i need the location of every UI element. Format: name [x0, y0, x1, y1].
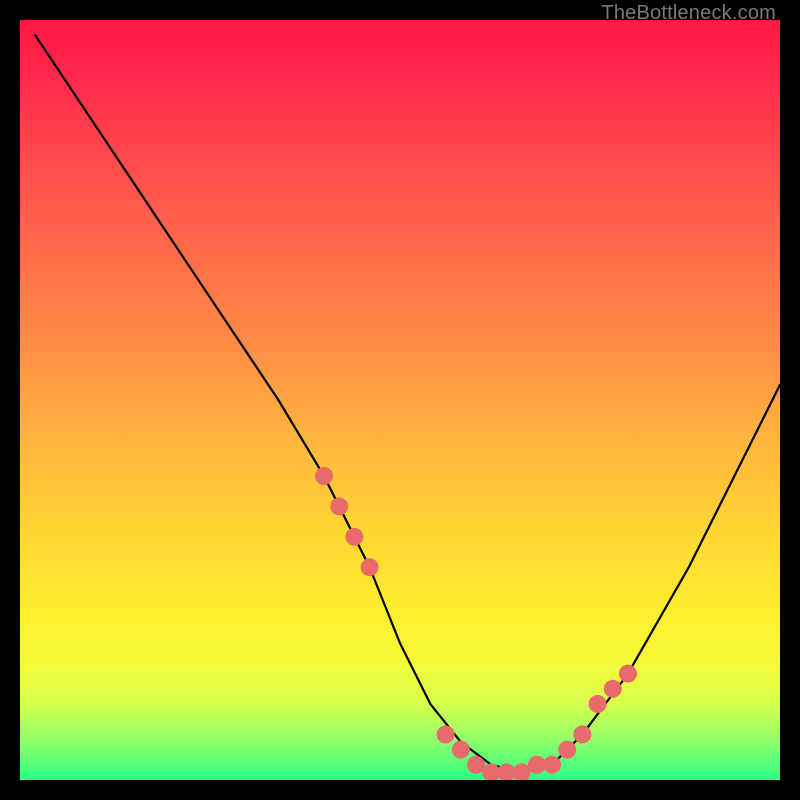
highlight-dot — [543, 756, 561, 774]
chart-svg — [20, 20, 780, 780]
highlight-dot — [604, 680, 622, 698]
highlight-dot — [361, 558, 379, 576]
highlight-dot — [619, 665, 637, 683]
highlight-dots — [315, 467, 637, 780]
bottleneck-curve — [35, 35, 780, 772]
highlight-dot — [558, 741, 576, 759]
highlight-dot — [452, 741, 470, 759]
highlight-dot — [573, 725, 591, 743]
chart-frame: TheBottleneck.com — [0, 0, 800, 800]
plot-area — [20, 20, 780, 780]
highlight-dot — [437, 725, 455, 743]
highlight-dot — [330, 497, 348, 515]
highlight-dot — [345, 528, 363, 546]
highlight-dot — [315, 467, 333, 485]
highlight-dot — [589, 695, 607, 713]
